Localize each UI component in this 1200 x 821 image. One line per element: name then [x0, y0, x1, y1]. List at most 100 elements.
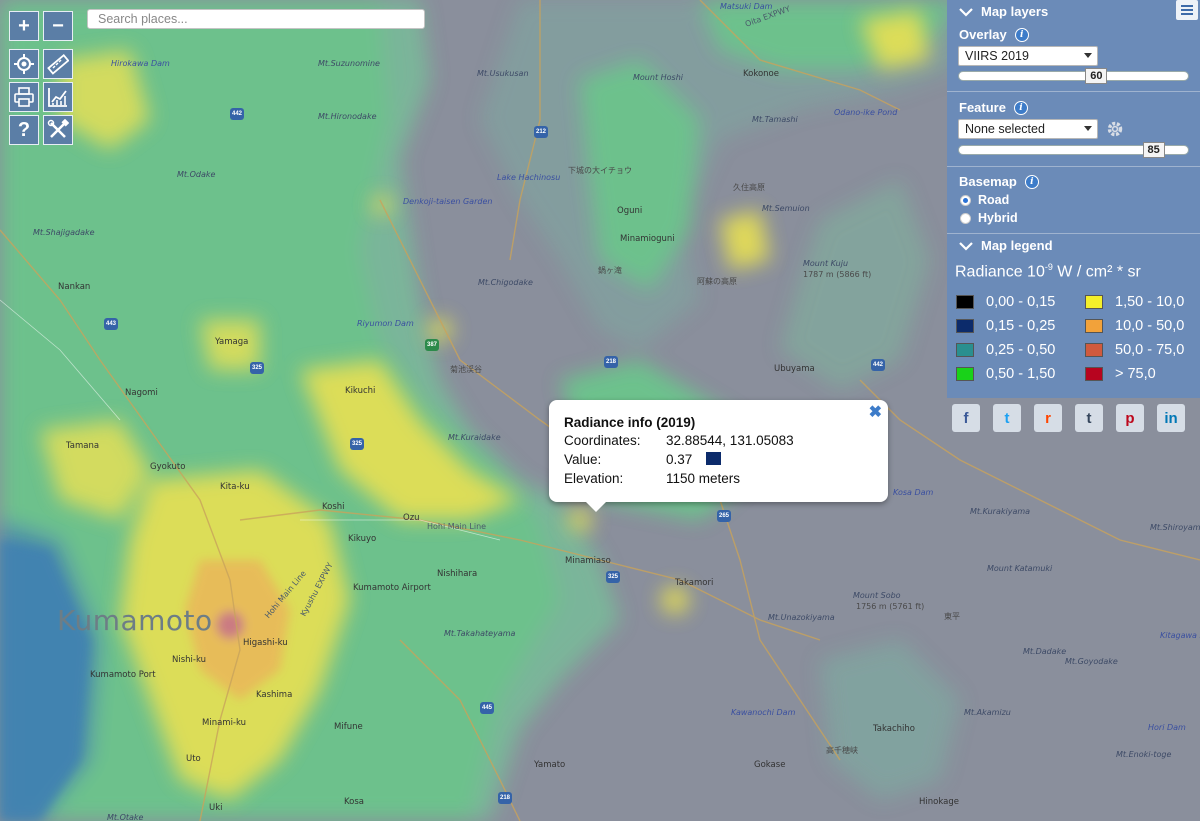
place-label: Takachiho: [873, 724, 915, 734]
water-label: Matsuki Dam: [720, 2, 773, 11]
popup-elevation-row: Elevation: 1150 meters: [564, 471, 740, 486]
map-layers-header[interactable]: Map layers: [959, 4, 1048, 19]
place-label: Minami-ku: [202, 718, 247, 728]
locate-button[interactable]: [9, 49, 39, 79]
water-label: Odano-ike Pond: [834, 108, 898, 117]
jp-label: 東平: [944, 612, 960, 621]
feature-select[interactable]: None selected: [958, 119, 1098, 139]
legend-swatch: [956, 367, 974, 381]
search-input[interactable]: [87, 9, 425, 29]
jp-label: 鍋ヶ滝: [598, 266, 622, 275]
legend-range-label: 10,0 - 50,0: [1115, 318, 1185, 334]
legend-swatch: [1085, 295, 1103, 309]
place-label: Kokonoe: [743, 69, 779, 79]
route-shield: 325: [250, 362, 264, 374]
peak-label: Mt.Tamashi: [752, 115, 798, 124]
printer-icon: [14, 87, 34, 107]
overlay-opacity-slider[interactable]: 60: [958, 68, 1189, 84]
chart-icon: [48, 88, 67, 107]
zoom-in-button[interactable]: +: [9, 11, 39, 41]
hamburger-icon: [1181, 5, 1193, 15]
legend-item: 0,00 - 0,15: [956, 294, 1055, 310]
chart-button[interactable]: [43, 82, 73, 112]
basemap-hybrid-radio[interactable]: Hybrid: [960, 211, 1018, 225]
legend-swatch: [1085, 343, 1103, 357]
place-label: Yamaga: [215, 337, 249, 347]
peak-label: Mt.Takahateyama: [444, 629, 516, 638]
elevation-note: 1787 m (5866 ft): [803, 270, 872, 279]
place-label: Kikuyo: [348, 534, 377, 544]
water-label: Riyumon Dam: [357, 319, 414, 328]
help-button[interactable]: ?: [9, 115, 39, 145]
feature-select-value: None selected: [965, 122, 1045, 136]
place-label: Kosa: [344, 797, 364, 807]
info-icon[interactable]: i: [1014, 27, 1029, 42]
crosshair-icon: [14, 54, 34, 74]
peak-label: Mt.Suzunomine: [318, 59, 380, 68]
info-icon[interactable]: i: [1024, 174, 1039, 189]
feature-opacity-slider[interactable]: 85: [958, 142, 1189, 158]
water-label: Hirokawa Dam: [111, 59, 170, 68]
route-shield: 442: [230, 108, 244, 120]
tumblr-icon[interactable]: t: [1075, 404, 1103, 432]
overlay-opacity-thumb[interactable]: 60: [1085, 68, 1108, 84]
place-label: Nankan: [58, 282, 91, 292]
water-label: Hori Dam: [1148, 723, 1186, 732]
popup-value-row: Value: 0.37: [564, 452, 722, 467]
overlay-label: Overlay: [959, 27, 1007, 42]
peak-label: Mt.Kuraidake: [448, 433, 501, 442]
gear-icon[interactable]: [1105, 119, 1125, 139]
twitter-icon[interactable]: t: [993, 404, 1021, 432]
place-label: Mifune: [334, 722, 363, 732]
overlay-select[interactable]: VIIRS 2019: [958, 46, 1098, 66]
info-icon[interactable]: i: [1013, 100, 1028, 115]
overlay-opacity-value: 60: [1090, 70, 1103, 82]
legend-heading: Radiance 10-9 W / cm² * sr: [955, 262, 1141, 281]
legend-item: 1,50 - 10,0: [1085, 294, 1184, 310]
route-shield: 218: [604, 356, 618, 368]
value-label: Value:: [564, 452, 602, 467]
feature-label: Feature: [959, 100, 1006, 115]
close-icon[interactable]: ✖: [869, 402, 882, 422]
route-shield: 443: [104, 318, 118, 330]
map-legend-header[interactable]: Map legend: [959, 238, 1053, 253]
place-label: Minamioguni: [620, 234, 675, 244]
legend-range-label: 0,50 - 1,50: [986, 366, 1056, 382]
feature-opacity-thumb[interactable]: 85: [1142, 142, 1165, 158]
panel-divider: [947, 233, 1200, 234]
reddit-icon[interactable]: r: [1034, 404, 1062, 432]
peak-label: Mt.Kurakiyama: [970, 507, 1031, 516]
legend-item: 0,25 - 0,50: [956, 342, 1055, 358]
elevation-value: 1150 meters: [666, 471, 741, 486]
legend-item: 0,50 - 1,50: [956, 366, 1055, 382]
elevation-note: 1756 m (5761 ft): [856, 602, 925, 611]
place-label: Koshi: [322, 502, 345, 512]
map-layers-panel: Map layers Overlay i VIIRS 2019 60 Featu…: [947, 0, 1200, 398]
place-label: Gokase: [754, 760, 786, 770]
pinterest-icon[interactable]: p: [1116, 404, 1144, 432]
place-label: Kumamoto Port: [90, 670, 156, 680]
print-button[interactable]: [9, 82, 39, 112]
peak-label: Mount Katamuki: [987, 564, 1053, 573]
place-label: Kikuchi: [345, 386, 376, 396]
peak-label: Mt.Odake: [177, 170, 216, 179]
panel-menu-button[interactable]: [1176, 0, 1198, 20]
tools-icon: [47, 119, 69, 138]
legend-item: > 75,0: [1085, 366, 1156, 382]
radio-icon: [960, 212, 971, 224]
place-label: Uto: [186, 754, 201, 764]
city-label: Kumamoto: [57, 604, 213, 637]
linkedin-icon[interactable]: in: [1157, 404, 1185, 432]
legend-range-label: 0,00 - 0,15: [986, 294, 1056, 310]
legend-swatch: [1085, 367, 1103, 381]
jp-label: 高千穂峡: [826, 746, 858, 755]
map-layers-title: Map layers: [981, 4, 1049, 19]
tools-button[interactable]: [43, 115, 73, 145]
peak-label: Mt.Hironodake: [318, 112, 377, 121]
route-shield: 218: [498, 792, 512, 804]
zoom-out-button[interactable]: −: [43, 11, 73, 41]
measure-button[interactable]: [43, 49, 73, 79]
facebook-icon[interactable]: f: [952, 404, 980, 432]
radio-selected-icon: [960, 194, 971, 206]
basemap-road-radio[interactable]: Road: [960, 193, 1009, 207]
